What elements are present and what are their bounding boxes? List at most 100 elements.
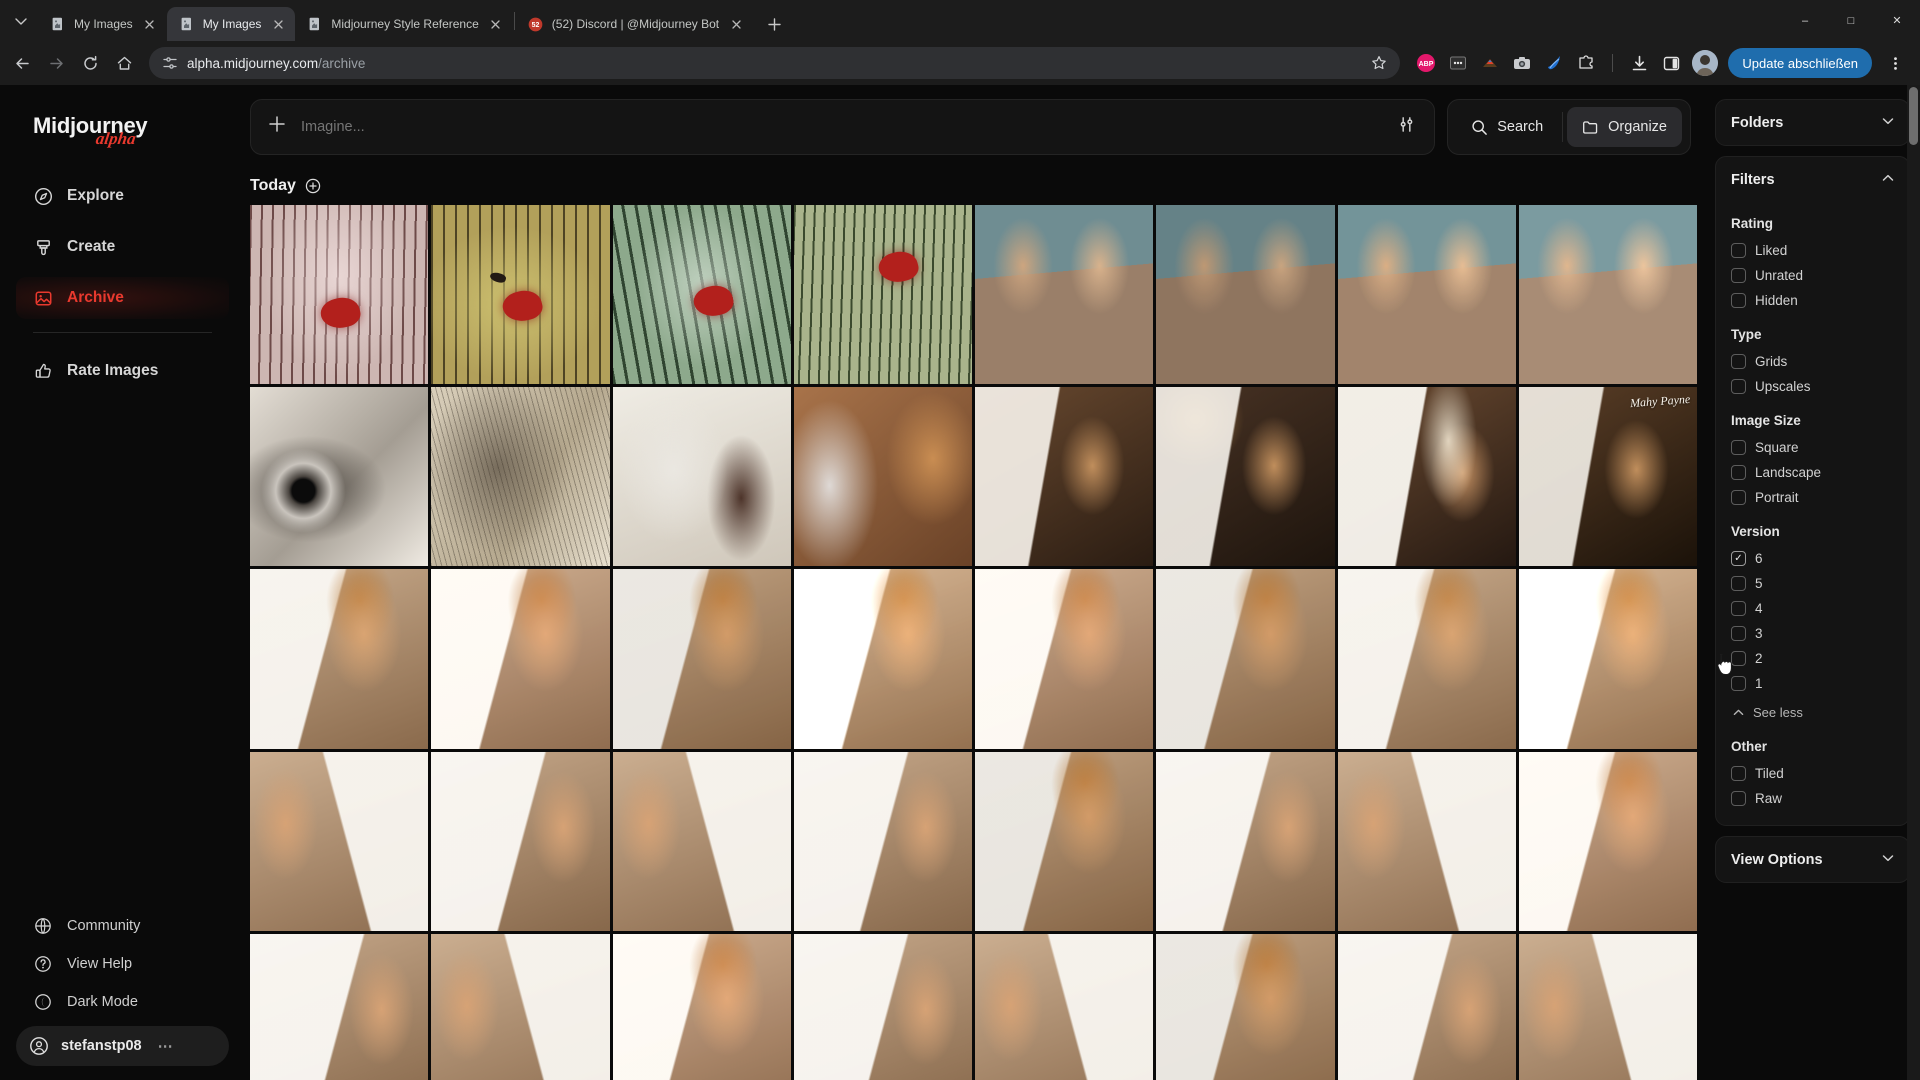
gallery-image-cell[interactable] [250, 205, 429, 385]
chevron-up-icon[interactable] [1882, 172, 1894, 187]
gallery-image-cell[interactable] [431, 751, 610, 931]
checkbox[interactable] [1731, 293, 1746, 308]
gallery-image-cell[interactable] [793, 387, 972, 567]
gallery-image-cell[interactable] [793, 933, 972, 1080]
imagine-text-field[interactable] [301, 119, 1384, 135]
gallery-image-cell[interactable] [1337, 387, 1516, 567]
view-options-header[interactable]: View Options [1716, 837, 1909, 882]
sidebar-item-archive[interactable]: Archive [16, 277, 229, 319]
update-browser-button[interactable]: Update abschließen [1728, 48, 1872, 78]
chevron-down-icon[interactable] [1882, 852, 1894, 867]
new-tab-button[interactable] [759, 9, 789, 39]
gallery-image-cell[interactable] [250, 751, 429, 931]
checkbox[interactable] [1731, 766, 1746, 781]
tab-close-icon[interactable] [487, 15, 505, 33]
bookmark-star-icon[interactable] [1366, 50, 1392, 76]
maximize-button[interactable]: □ [1828, 0, 1874, 41]
plus-circle-icon[interactable] [305, 178, 321, 194]
color-picker-icon[interactable] [1479, 52, 1501, 74]
sidebar-item-view-help[interactable]: View Help [16, 946, 229, 982]
gallery-image-cell[interactable] [1337, 569, 1516, 749]
folders-header[interactable]: Folders [1716, 100, 1909, 145]
gallery-image-cell[interactable] [250, 569, 429, 749]
see-less-button[interactable]: See less [1731, 699, 1894, 725]
checkbox[interactable] [1731, 601, 1746, 616]
gallery-image-cell[interactable] [1156, 387, 1335, 567]
plus-icon[interactable] [267, 115, 287, 139]
gallery-image-cell[interactable] [975, 387, 1154, 567]
gallery-image-cell[interactable] [1337, 751, 1516, 931]
browser-tab[interactable]: Midjourney Style Reference [295, 7, 512, 41]
back-button[interactable] [6, 47, 38, 79]
side-panel-icon[interactable] [1660, 52, 1682, 74]
gallery-image-cell[interactable] [431, 205, 610, 385]
filter-option-liked[interactable]: Liked [1731, 238, 1894, 263]
chrome-menu-icon[interactable] [1882, 48, 1908, 78]
sidebar-item-explore[interactable]: Explore [16, 175, 229, 217]
filters-header[interactable]: Filters [1716, 157, 1909, 202]
browser-tab[interactable]: My Images [38, 7, 167, 41]
gallery-image-cell[interactable] [975, 569, 1154, 749]
gallery-image-cell[interactable] [1518, 751, 1697, 931]
gallery-image-cell[interactable]: Mahy Payne [1518, 387, 1697, 567]
gallery-image-cell[interactable] [1518, 205, 1697, 385]
gallery-image-cell[interactable] [1156, 205, 1335, 385]
user-account-button[interactable]: stefanstp08 ⋯ [16, 1026, 229, 1066]
gallery-image-cell[interactable] [431, 569, 610, 749]
filter-option-landscape[interactable]: Landscape [1731, 460, 1894, 485]
gallery-image-cell[interactable] [975, 933, 1154, 1080]
checkbox[interactable] [1731, 379, 1746, 394]
minimize-button[interactable]: – [1782, 0, 1828, 41]
checkbox[interactable] [1731, 791, 1746, 806]
gallery-image-cell[interactable] [975, 205, 1154, 385]
filter-option-grids[interactable]: Grids [1731, 349, 1894, 374]
search-button[interactable]: Search [1456, 107, 1558, 147]
gallery-image-cell[interactable] [431, 933, 610, 1080]
grammar-pen-icon[interactable] [1543, 52, 1565, 74]
page-scrollbar[interactable] [1907, 85, 1920, 1080]
chevron-down-icon[interactable] [1882, 115, 1894, 130]
scrollbar-thumb[interactable] [1909, 87, 1918, 145]
sliders-icon[interactable] [1397, 115, 1416, 139]
filter-option-4[interactable]: 4 [1731, 596, 1894, 621]
gallery-image-cell[interactable] [612, 387, 791, 567]
filter-option-square[interactable]: Square [1731, 435, 1894, 460]
sidebar-item-create[interactable]: Create [16, 226, 229, 268]
checkbox[interactable] [1731, 626, 1746, 641]
gallery-image-cell[interactable] [1518, 569, 1697, 749]
extension-menu-icon[interactable] [1447, 52, 1469, 74]
filter-option-5[interactable]: 5 [1731, 571, 1894, 596]
filter-option-2[interactable]: 2 [1731, 646, 1894, 671]
browser-tab[interactable]: 52 (52) Discord | @Midjourney Bot [516, 7, 753, 41]
gallery-image-cell[interactable] [1337, 933, 1516, 1080]
sidebar-item-rate-images[interactable]: Rate Images [16, 350, 229, 392]
browser-tab[interactable]: My Images [166, 7, 296, 41]
filter-option-6[interactable]: 6 [1731, 546, 1894, 571]
download-icon[interactable] [1628, 52, 1650, 74]
tab-search-icon[interactable] [4, 0, 38, 41]
tab-close-icon[interactable] [141, 15, 159, 33]
checkbox[interactable] [1731, 651, 1746, 666]
reload-button[interactable] [74, 47, 106, 79]
checkbox[interactable] [1731, 576, 1746, 591]
close-window-button[interactable]: ✕ [1874, 0, 1920, 41]
checkbox[interactable] [1731, 490, 1746, 505]
imagine-input[interactable] [250, 99, 1436, 155]
sidebar-item-dark-mode[interactable]: Dark Mode [16, 984, 229, 1020]
filter-option-portrait[interactable]: Portrait [1731, 485, 1894, 510]
user-more-icon[interactable]: ⋯ [158, 1037, 174, 1055]
brand-logo[interactable]: Midjourney alpha [0, 101, 245, 148]
checkbox[interactable] [1731, 440, 1746, 455]
checkbox[interactable] [1731, 676, 1746, 691]
gallery-image-cell[interactable] [1518, 933, 1697, 1080]
gallery-image-cell[interactable] [1156, 569, 1335, 749]
filter-option-upscales[interactable]: Upscales [1731, 374, 1894, 399]
gallery-image-cell[interactable] [431, 387, 610, 567]
gallery-image-cell[interactable] [793, 751, 972, 931]
filter-option-hidden[interactable]: Hidden [1731, 288, 1894, 313]
gallery-image-cell[interactable] [1156, 933, 1335, 1080]
extensions-puzzle-icon[interactable] [1575, 52, 1597, 74]
checkbox[interactable] [1731, 551, 1746, 566]
gallery-image-cell[interactable] [1156, 751, 1335, 931]
filter-option-tiled[interactable]: Tiled [1731, 761, 1894, 786]
